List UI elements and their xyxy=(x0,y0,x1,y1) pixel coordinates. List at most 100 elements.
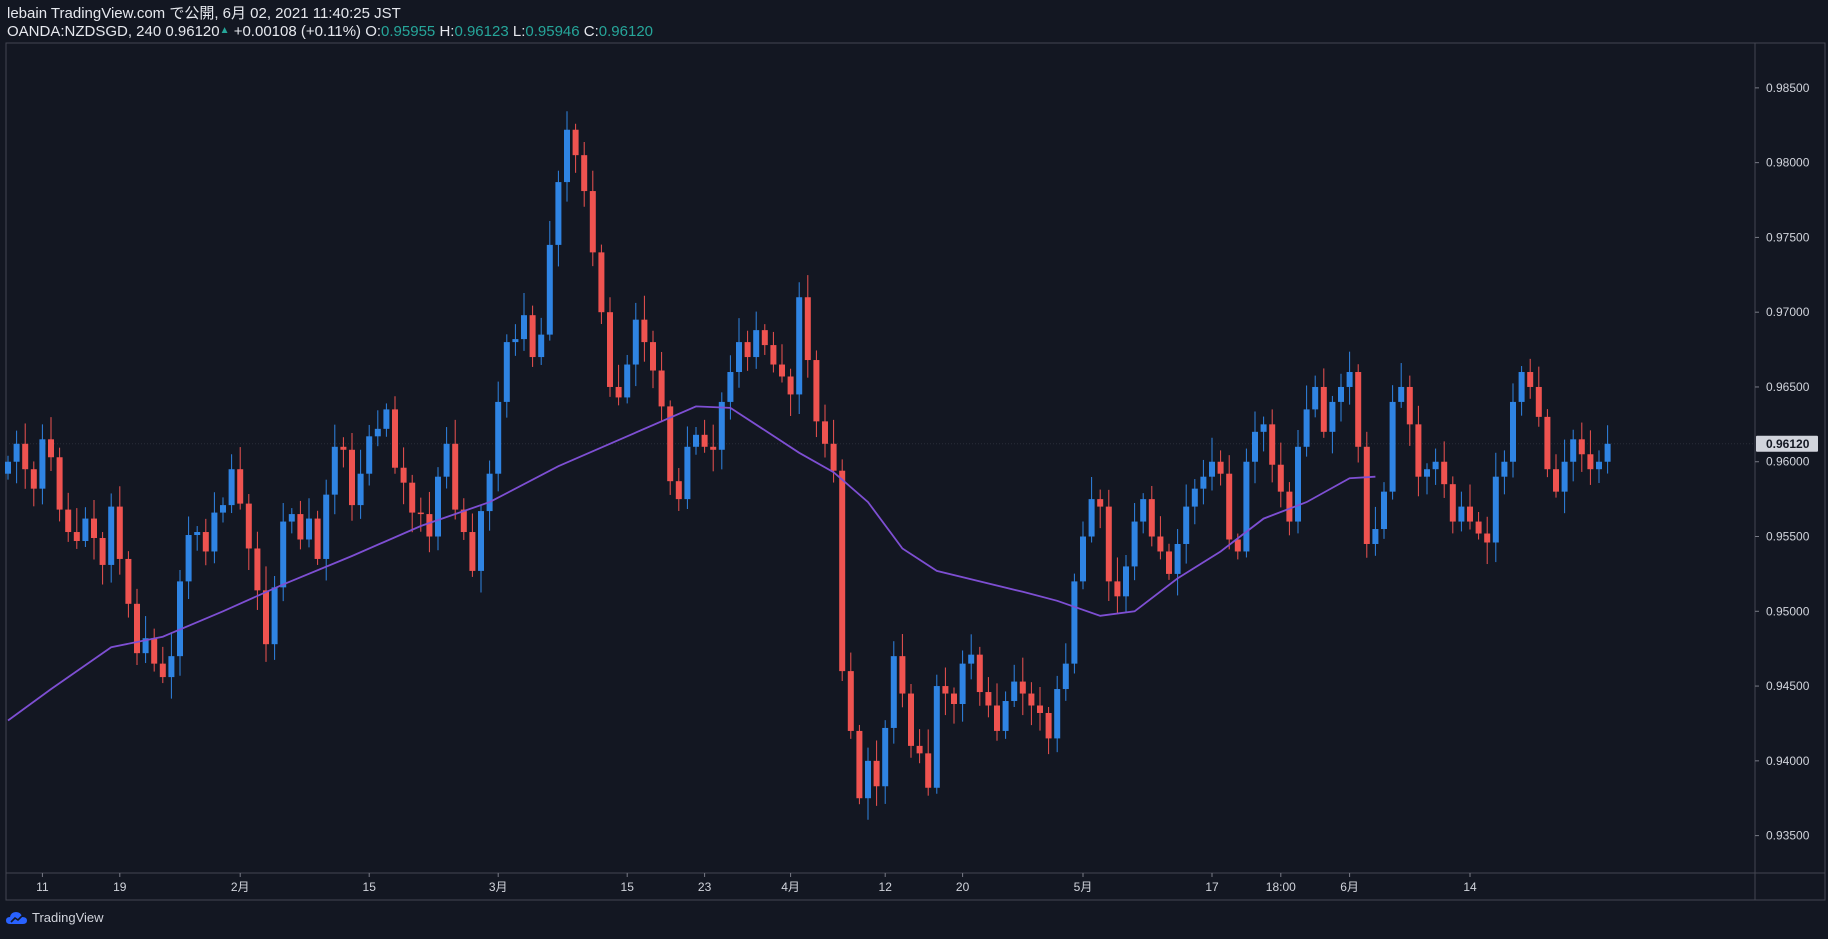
candle-body xyxy=(314,518,321,559)
candle-body xyxy=(22,443,29,470)
tradingview-logo[interactable]: TradingView xyxy=(6,910,104,925)
candle-body xyxy=(280,521,287,588)
price-chart[interactable]: 0.98500 0.98000 0.97500 0.97000 0.96500 0.960… xyxy=(0,0,1828,939)
candle-body xyxy=(589,191,596,253)
candle-body xyxy=(409,482,416,513)
y-tick-label: 0.94500 xyxy=(1766,679,1810,693)
candle-body xyxy=(1234,539,1241,552)
x-tick-label: 17 xyxy=(1205,880,1219,894)
candle-body xyxy=(951,693,957,705)
candle-body xyxy=(873,760,880,787)
candle-body xyxy=(1166,551,1172,574)
candle-body xyxy=(796,297,803,395)
y-tick-label: 0.94000 xyxy=(1766,754,1810,768)
candle-body xyxy=(779,364,785,377)
candle-body xyxy=(1596,461,1602,470)
x-tick-label: 14 xyxy=(1463,880,1477,894)
candle-body xyxy=(1535,386,1542,417)
x-tick-label: 15 xyxy=(621,880,635,894)
candle-body xyxy=(1140,499,1147,522)
x-tick-label: 20 xyxy=(956,880,970,894)
candle-body xyxy=(1527,372,1534,387)
candle-body xyxy=(1355,372,1362,447)
candle-body xyxy=(555,182,562,245)
candle-body xyxy=(761,330,768,346)
candle-body xyxy=(658,370,665,407)
candle-body xyxy=(908,693,914,746)
x-tick-label: 15 xyxy=(363,880,377,894)
candle-body xyxy=(1320,386,1327,432)
candle-body xyxy=(770,345,777,365)
candle-body xyxy=(503,342,510,402)
candle-body xyxy=(134,603,140,654)
candle-body xyxy=(1277,464,1284,492)
candle-body xyxy=(1097,499,1104,507)
candle-body xyxy=(1062,663,1069,690)
candle-body xyxy=(1217,461,1224,474)
candle-body xyxy=(1467,506,1473,522)
y-tick-label: 0.97000 xyxy=(1766,305,1810,319)
candle-body xyxy=(1587,454,1594,470)
candle-body xyxy=(899,656,906,694)
candle-body xyxy=(1372,529,1379,544)
candle-body xyxy=(933,686,940,788)
candle-body xyxy=(99,538,106,565)
candle-body xyxy=(1174,543,1181,574)
candle-body xyxy=(1105,506,1112,582)
candle-body xyxy=(151,638,158,664)
candle-body xyxy=(1123,566,1129,597)
candle-body xyxy=(598,252,605,313)
candle-body xyxy=(1002,701,1009,731)
candle-body xyxy=(641,319,648,343)
candle-body xyxy=(1295,446,1301,522)
candle-body xyxy=(73,532,80,541)
last-price-badge-label: 0.96120 xyxy=(1766,437,1810,451)
x-tick-label: 5月 xyxy=(1074,880,1093,894)
candle-body xyxy=(1398,386,1405,402)
candle-body xyxy=(1544,416,1551,470)
logo-text: TradingView xyxy=(32,910,104,925)
candle-body xyxy=(1338,386,1344,402)
candle-body xyxy=(486,473,493,512)
candle-body xyxy=(435,476,441,537)
candle-body xyxy=(1088,499,1095,537)
candle-body xyxy=(521,315,527,340)
candle-body xyxy=(684,446,691,500)
candle-body xyxy=(1510,401,1516,462)
x-tick-label: 2月 xyxy=(231,880,250,894)
y-tick-label: 0.93500 xyxy=(1766,829,1810,843)
candle-body xyxy=(185,535,192,582)
candle-body xyxy=(1303,409,1310,447)
candle-body xyxy=(1226,473,1233,540)
y-tick-label: 0.98500 xyxy=(1766,81,1810,95)
candle-body xyxy=(125,558,132,604)
candle-body xyxy=(5,461,11,474)
candle-body xyxy=(1157,536,1164,552)
candle-body xyxy=(108,506,115,565)
candle-body xyxy=(925,753,932,788)
candle-body xyxy=(56,457,63,510)
x-tick-label: 23 xyxy=(698,880,712,894)
candle-body xyxy=(1441,461,1448,485)
y-tick-label: 0.96000 xyxy=(1766,455,1810,469)
candle-body xyxy=(443,443,450,477)
candle-body xyxy=(194,532,201,536)
candle-body xyxy=(374,428,381,437)
candle-body xyxy=(1363,446,1370,544)
candle-body xyxy=(159,663,166,678)
x-tick-label: 18:00 xyxy=(1266,880,1296,894)
candle-body xyxy=(254,548,261,591)
candle-body xyxy=(1028,693,1035,706)
x-tick-label: 12 xyxy=(879,880,893,894)
candle-body xyxy=(632,319,639,365)
candle-body xyxy=(650,342,656,371)
y-tick-label: 0.95000 xyxy=(1766,604,1810,618)
candle-body xyxy=(942,686,949,694)
candle-body xyxy=(1406,386,1413,425)
candle-body xyxy=(1191,488,1198,507)
x-tick-label: 3月 xyxy=(489,880,508,894)
candle-body xyxy=(512,339,519,343)
candle-body xyxy=(1449,484,1456,522)
candle-body xyxy=(1501,461,1508,477)
candle-body xyxy=(1260,424,1267,432)
